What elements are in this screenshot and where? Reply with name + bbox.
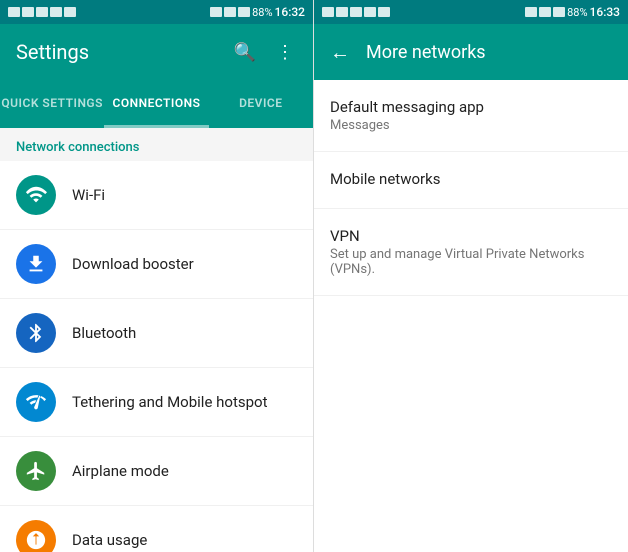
- right-status-icons-left: [322, 7, 390, 17]
- left-app-bar-icons: 🔍 ⋮: [233, 40, 297, 64]
- right-status-icons-right: 88% 16:33: [525, 5, 620, 19]
- more-options-icon[interactable]: ⋮: [273, 40, 297, 64]
- right-item-vpn[interactable]: VPN Set up and manage Virtual Private Ne…: [314, 209, 628, 296]
- data-usage-label: Data usage: [72, 531, 147, 549]
- right-battery: 88%: [567, 6, 587, 19]
- list-item-airplane[interactable]: Airplane mode: [0, 437, 313, 506]
- section-header-network: Network connections: [0, 128, 313, 161]
- search-icon[interactable]: 🔍: [233, 40, 257, 64]
- right-status-icon-3: [350, 7, 362, 17]
- list-item-download-booster[interactable]: Download booster: [0, 230, 313, 299]
- download-booster-icon: [16, 244, 56, 284]
- mobile-networks-title: Mobile networks: [330, 170, 612, 188]
- left-battery: 88%: [252, 6, 272, 19]
- right-status-icon-1: [322, 7, 334, 17]
- left-status-icons-left: [8, 7, 76, 17]
- wifi-label: Wi-Fi: [72, 186, 105, 204]
- airplane-label: Airplane mode: [72, 462, 169, 480]
- tab-connections[interactable]: CONNECTIONS: [104, 80, 208, 128]
- right-panel: 88% 16:33 ← More networks Default messag…: [314, 0, 628, 552]
- tethering-label: Tethering and Mobile hotspot: [72, 393, 267, 411]
- right-status-icon-5: [378, 7, 390, 17]
- left-panel: 88% 16:32 Settings 🔍 ⋮ QUICK SETTINGS CO…: [0, 0, 314, 552]
- left-time: 16:32: [275, 5, 305, 19]
- vpn-title: VPN: [330, 227, 612, 245]
- status-icon-4: [50, 7, 62, 17]
- right-item-mobile-networks[interactable]: Mobile networks: [314, 152, 628, 209]
- tabs-bar: QUICK SETTINGS CONNECTIONS DEVICE: [0, 80, 313, 128]
- airplane-mode-icon: [16, 451, 56, 491]
- settings-list: Wi-Fi Download booster Bluetooth: [0, 161, 313, 552]
- right-app-bar: ← More networks: [314, 24, 628, 80]
- right-settings-list: Default messaging app Messages Mobile ne…: [314, 80, 628, 552]
- right-status-icon-2: [336, 7, 348, 17]
- right-item-default-messaging[interactable]: Default messaging app Messages: [314, 80, 628, 152]
- left-status-bar: 88% 16:32: [0, 0, 313, 24]
- right-status-icon-4: [364, 7, 376, 17]
- right-time: 16:33: [590, 5, 620, 19]
- tab-quick-settings[interactable]: QUICK SETTINGS: [0, 80, 104, 128]
- status-icon-2: [22, 7, 34, 17]
- right-app-title: More networks: [366, 42, 486, 63]
- status-icon-1: [8, 7, 20, 17]
- default-messaging-title: Default messaging app: [330, 98, 612, 116]
- list-item-data-usage[interactable]: Data usage: [0, 506, 313, 552]
- data-usage-icon: [16, 520, 56, 552]
- tab-device[interactable]: DEVICE: [209, 80, 313, 128]
- list-item-tethering[interactable]: Tethering and Mobile hotspot: [0, 368, 313, 437]
- download-booster-label: Download booster: [72, 255, 194, 273]
- list-item-bluetooth[interactable]: Bluetooth: [0, 299, 313, 368]
- status-icon-3: [36, 7, 48, 17]
- bluetooth-label: Bluetooth: [72, 324, 136, 342]
- right-status-bar: 88% 16:33: [314, 0, 628, 24]
- default-messaging-subtitle: Messages: [330, 118, 612, 133]
- left-app-title: Settings: [16, 40, 89, 64]
- right-status-icon-signal: [553, 7, 565, 17]
- left-app-bar: Settings 🔍 ⋮: [0, 24, 313, 80]
- vpn-subtitle: Set up and manage Virtual Private Networ…: [330, 247, 612, 277]
- status-icon-5: [64, 7, 76, 17]
- wifi-icon: [16, 175, 56, 215]
- tethering-icon: [16, 382, 56, 422]
- back-button[interactable]: ←: [330, 40, 350, 65]
- list-item-wifi[interactable]: Wi-Fi: [0, 161, 313, 230]
- status-icon-alarm: [224, 7, 236, 17]
- right-status-icon-alarm: [539, 7, 551, 17]
- status-icon-signal: [238, 7, 250, 17]
- left-status-icons-right: 88% 16:32: [210, 5, 305, 19]
- status-icon-mute: [210, 7, 222, 17]
- right-status-icon-mute: [525, 7, 537, 17]
- bluetooth-icon: [16, 313, 56, 353]
